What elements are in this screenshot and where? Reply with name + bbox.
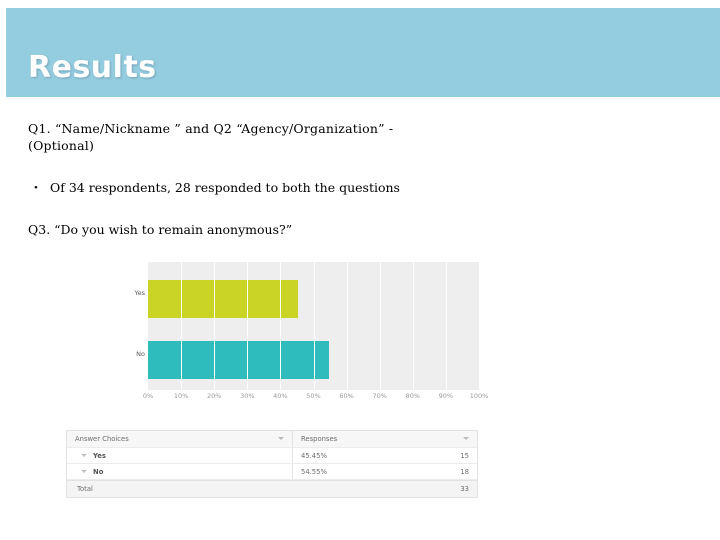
- question-3-line: Q3. “Do you wish to remain anonymous?”: [28, 222, 293, 237]
- chart-bar-yes: [148, 280, 299, 318]
- chart-x-tick-label: 40%: [273, 392, 288, 400]
- table-cell-percent: 45.45%: [301, 451, 327, 460]
- bullet-item-label: Of 34 respondents, 28 responded to both …: [50, 180, 400, 195]
- response-bar-chart: Yes No 0% 10% 20% 30% 40% 50% 60% 70% 80% 90% 100%: [118, 262, 488, 407]
- chart-category-axis: Yes No: [118, 262, 148, 390]
- chart-gridline: [379, 262, 381, 390]
- chart-category-label-no: No: [136, 350, 145, 358]
- chart-x-tick-label: 10%: [173, 392, 189, 400]
- chart-x-tick-label: 50%: [306, 392, 321, 400]
- chart-x-tick-label: 30%: [240, 392, 255, 400]
- table-total-row: Total 33: [67, 480, 477, 497]
- chart-x-tick-label: 0%: [142, 392, 154, 400]
- chart-gridline: [247, 262, 249, 390]
- chart-gridline: [346, 262, 348, 390]
- table-total-count-cell: 33: [293, 481, 477, 497]
- table-cell-choice: Yes: [67, 448, 293, 463]
- chevron-down-icon[interactable]: [278, 437, 284, 440]
- chart-x-axis: 0% 10% 20% 30% 40% 50% 60% 70% 80% 90% 100%: [143, 392, 488, 404]
- bullet-item: • Of 34 respondents, 28 responded to bot…: [28, 179, 528, 197]
- row-expand-icon[interactable]: [75, 454, 93, 457]
- table-cell-choice-label: Yes: [93, 451, 106, 460]
- chart-category-label-yes: Yes: [134, 289, 146, 297]
- chart-gridline: [214, 262, 216, 390]
- chart-gridline: [313, 262, 315, 390]
- question-optional-line: (Optional): [28, 138, 95, 153]
- chart-x-tick-label: 20%: [206, 392, 222, 400]
- slide-header-banner: Results: [6, 8, 720, 97]
- chart-x-tick-label: 70%: [372, 392, 387, 400]
- chart-gridline: [181, 262, 183, 390]
- chart-x-tick-label: 60%: [339, 392, 354, 400]
- chevron-down-icon[interactable]: [463, 437, 469, 440]
- column-header-answer-choices-label: Answer Choices: [75, 435, 129, 443]
- table-cell-choice: No: [67, 464, 293, 479]
- column-header-answer-choices[interactable]: Answer Choices: [67, 431, 293, 447]
- chart-gridline: [479, 262, 480, 390]
- table-total-label-cell: Total: [67, 481, 293, 497]
- chart-plot-area: [148, 262, 480, 390]
- chart-gridline: [280, 262, 282, 390]
- table-cell-responses: 45.45% 15: [293, 448, 477, 463]
- table-cell-count: 18: [460, 467, 469, 476]
- table-header-row: Answer Choices Responses: [67, 431, 477, 448]
- page-title: Results: [28, 50, 157, 85]
- table-row: Yes 45.45% 15: [67, 448, 477, 464]
- column-header-responses-label: Responses: [301, 435, 338, 443]
- table-cell-percent: 54.55%: [301, 467, 327, 476]
- chart-x-tick-label: 90%: [438, 392, 454, 400]
- question-1-2-line: Q1. “Name/Nickname ” and Q2 “Agency/Orga…: [28, 121, 394, 136]
- row-expand-icon[interactable]: [75, 470, 93, 473]
- table-cell-choice-label: No: [93, 467, 104, 476]
- chart-x-tick-label: 80%: [405, 392, 421, 400]
- table-total-label: Total: [77, 485, 93, 493]
- table-total-count: 33: [460, 485, 469, 493]
- table-row: No 54.55% 18: [67, 464, 477, 480]
- slide-body-text: Q1. “Name/Nickname ” and Q2 “Agency/Orga…: [28, 120, 528, 239]
- table-cell-count: 15: [460, 451, 469, 460]
- column-header-responses[interactable]: Responses: [293, 431, 477, 447]
- chart-x-tick-label: 100%: [469, 392, 489, 400]
- chart-bar-no: [148, 341, 329, 379]
- bullet-dot-icon: •: [34, 182, 38, 194]
- table-cell-responses: 54.55% 18: [293, 464, 477, 479]
- chart-gridline: [445, 262, 447, 390]
- chart-gridline: [412, 262, 414, 390]
- responses-table: Answer Choices Responses Yes 45.45% 15 N…: [66, 430, 478, 498]
